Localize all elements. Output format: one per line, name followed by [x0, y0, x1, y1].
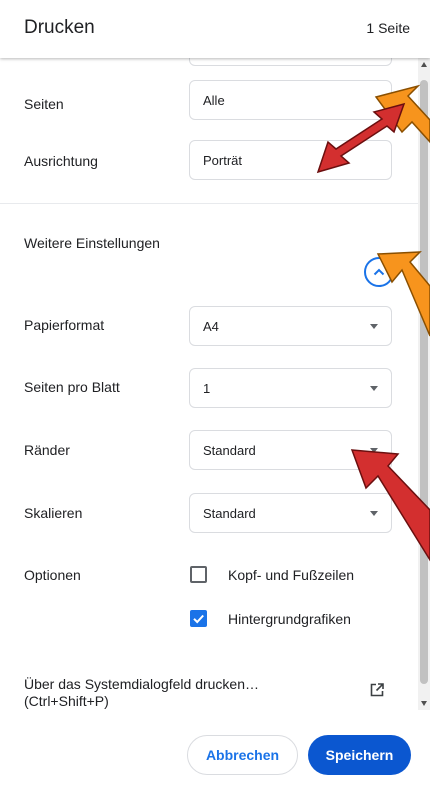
- scale-label: Skalieren: [24, 505, 83, 521]
- more-settings-label[interactable]: Weitere Einstellungen: [24, 235, 160, 251]
- pages-input[interactable]: Alle: [189, 80, 392, 120]
- background-graphics-checkbox[interactable]: [190, 610, 207, 627]
- margins-select[interactable]: Standard: [189, 430, 392, 470]
- system-dialog-shortcut: (Ctrl+Shift+P): [24, 693, 109, 709]
- settings-panel: Seiten Alle Ausrichtung Porträt Weitere …: [0, 58, 430, 710]
- dialog-title: Drucken: [24, 17, 95, 38]
- margins-label: Ränder: [24, 442, 70, 458]
- orientation-select[interactable]: Porträt: [189, 140, 392, 180]
- orientation-value: Porträt: [203, 153, 243, 168]
- open-in-new-icon[interactable]: [370, 683, 384, 697]
- dialog-footer: Abbrechen Speichern: [0, 710, 430, 796]
- background-graphics-label[interactable]: Hintergrundgrafiken: [228, 611, 351, 627]
- dropdown-arrow-icon: [370, 448, 378, 453]
- section-divider: [0, 203, 418, 204]
- scrollbar-thumb[interactable]: [420, 80, 428, 684]
- destination-field-partial[interactable]: [189, 58, 392, 66]
- headers-footers-checkbox[interactable]: [190, 566, 207, 583]
- options-label: Optionen: [24, 567, 81, 583]
- pages-per-sheet-label: Seiten pro Blatt: [24, 379, 120, 395]
- scrollbar[interactable]: [418, 58, 430, 710]
- print-dialog-header: Drucken 1 Seite: [0, 0, 430, 58]
- pages-per-sheet-select[interactable]: 1: [189, 368, 392, 408]
- scale-select[interactable]: Standard: [189, 493, 392, 533]
- paper-size-value: A4: [203, 319, 219, 334]
- scroll-down-arrow-icon[interactable]: [421, 701, 427, 706]
- collapse-more-settings-button[interactable]: [364, 257, 394, 287]
- cancel-button[interactable]: Abbrechen: [187, 735, 298, 775]
- orientation-label: Ausrichtung: [24, 153, 98, 169]
- system-dialog-text: Über das Systemdialogfeld drucken…: [24, 676, 260, 692]
- system-dialog-link[interactable]: Über das Systemdialogfeld drucken… (Ctrl…: [24, 676, 324, 710]
- paper-size-label: Papierformat: [24, 317, 105, 333]
- chevron-up-icon: [373, 268, 385, 276]
- dropdown-arrow-icon: [370, 511, 378, 516]
- page-count: 1 Seite: [366, 20, 410, 36]
- check-icon: [193, 614, 204, 624]
- pages-value: Alle: [203, 93, 225, 108]
- headers-footers-label[interactable]: Kopf- und Fußzeilen: [228, 567, 354, 583]
- dropdown-arrow-icon: [370, 386, 378, 391]
- pages-per-sheet-value: 1: [203, 381, 211, 396]
- margins-value: Standard: [203, 443, 256, 458]
- scale-value: Standard: [203, 506, 256, 521]
- scroll-up-arrow-icon[interactable]: [421, 62, 427, 67]
- paper-size-select[interactable]: A4: [189, 306, 392, 346]
- save-button[interactable]: Speichern: [308, 735, 411, 775]
- pages-label: Seiten: [24, 96, 64, 112]
- dropdown-arrow-icon: [370, 324, 378, 329]
